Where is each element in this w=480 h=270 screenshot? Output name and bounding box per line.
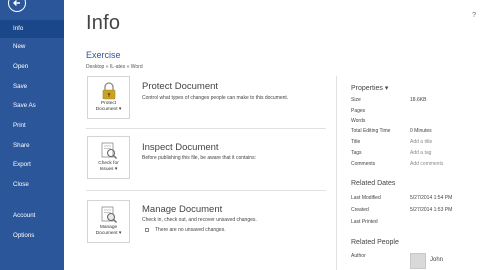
unsaved-changes-row: There are no unsaved changes.: [145, 227, 226, 233]
date-label-last-printed: Last Printed: [351, 219, 378, 225]
inspect-document-icon: [101, 142, 117, 159]
back-arrow-icon: [13, 0, 20, 6]
manage-button-label-2: Document ▾: [95, 231, 122, 236]
document-name: Exercise: [86, 50, 121, 60]
nav-share[interactable]: Share: [0, 137, 64, 155]
nav-print[interactable]: Print: [0, 117, 64, 135]
date-value-last-modified: 5/27/2014 1:54 PM: [410, 195, 453, 201]
section-divider: [86, 190, 326, 191]
prop-tags-field[interactable]: Add a tag: [410, 150, 431, 156]
manage-document-title: Manage Document: [142, 204, 223, 215]
unsaved-changes-icon: [145, 227, 149, 232]
inspect-button-label-2: Issues ▾: [99, 167, 118, 172]
prop-value-size: 18.6KB: [410, 97, 427, 103]
author-label: Author: [351, 253, 366, 259]
nav-save-as[interactable]: Save As: [0, 97, 64, 115]
unsaved-changes-text: There are no unsaved changes.: [155, 227, 226, 233]
nav-close[interactable]: Close: [0, 176, 64, 194]
panel-divider: [336, 76, 337, 270]
lock-key-icon: [102, 82, 116, 100]
document-path: Desktop » IL-ates » Word: [86, 64, 143, 70]
nav-account[interactable]: Account: [0, 207, 64, 225]
author-avatar: [410, 253, 426, 269]
inspect-document-title: Inspect Document: [142, 142, 219, 153]
nav-options[interactable]: Options: [0, 227, 64, 245]
prop-label-size: Size: [351, 97, 361, 103]
prop-label-pages: Pages: [351, 108, 366, 114]
prop-comments-field[interactable]: Add comments: [410, 161, 443, 167]
section-divider: [86, 128, 326, 129]
properties-dropdown[interactable]: Properties ▾: [351, 84, 388, 92]
page-title: Info: [86, 12, 121, 34]
related-dates-title: Related Dates: [351, 180, 396, 187]
check-for-issues-button[interactable]: Check for Issues ▾: [87, 136, 130, 179]
nav-export[interactable]: Export: [0, 156, 64, 174]
protect-document-button[interactable]: Protect Document ▾: [87, 76, 130, 119]
nav-new[interactable]: New: [0, 38, 64, 56]
prop-label-words: Words: [351, 118, 366, 124]
nav-info[interactable]: Info: [0, 20, 64, 38]
prop-label-editing-time: Total Editing Time: [351, 128, 391, 134]
window-controls: ?: [472, 12, 476, 19]
manage-document-icon: [101, 206, 117, 223]
help-button[interactable]: ?: [472, 12, 476, 19]
prop-value-editing-time: 0 Minutes: [410, 128, 432, 134]
nav-open[interactable]: Open: [0, 58, 64, 76]
protect-button-label-2: Document ▾: [95, 107, 122, 112]
date-label-created: Created: [351, 207, 369, 213]
related-people-title: Related People: [351, 239, 399, 246]
back-button[interactable]: [8, 0, 26, 12]
backstage-sidebar: Info New Open Save Save As Print Share E…: [0, 0, 64, 270]
nav-save[interactable]: Save: [0, 78, 64, 96]
protect-document-desc: Control what types of changes people can…: [142, 95, 289, 101]
prop-label-comments: Comments: [351, 161, 376, 167]
manage-document-button[interactable]: Manage Document ▾: [87, 200, 130, 243]
protect-document-title: Protect Document: [142, 81, 219, 92]
prop-title-field[interactable]: Add a title: [410, 139, 432, 145]
prop-label-tags: Tags: [351, 150, 362, 156]
author-name[interactable]: John: [430, 257, 443, 263]
inspect-document-desc: Before publishing this file, be aware th…: [142, 155, 256, 161]
manage-document-desc: Check in, check out, and recover unsaved…: [142, 217, 257, 223]
prop-label-title: Title: [351, 139, 361, 145]
date-label-last-modified: Last Modified: [351, 195, 381, 201]
date-value-created: 5/27/2014 1:53 PM: [410, 207, 453, 213]
